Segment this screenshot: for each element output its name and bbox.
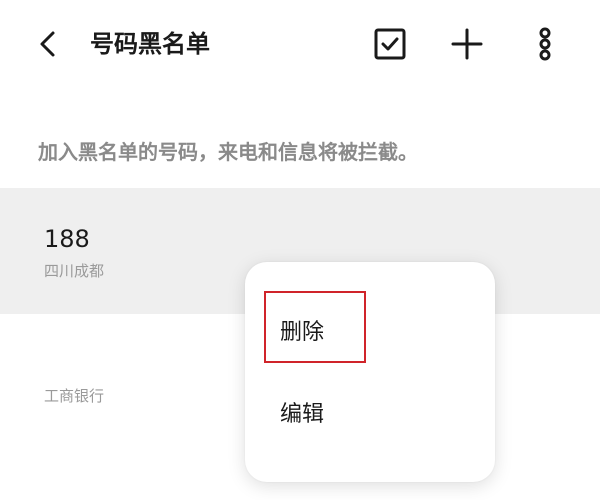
phone-number: 188 — [44, 225, 90, 253]
select-checkbox-icon — [374, 28, 406, 60]
phone-location: 工商银行 — [44, 387, 105, 405]
more-icon — [539, 27, 551, 61]
back-button[interactable] — [28, 24, 68, 64]
more-options-button[interactable] — [525, 24, 565, 64]
back-arrow-icon — [40, 31, 55, 57]
add-icon — [451, 28, 483, 60]
context-menu: 删除 编辑 — [245, 262, 495, 482]
edit-menu-item[interactable]: 编辑 — [245, 382, 495, 442]
phone-location: 四川成都 — [44, 262, 105, 280]
page-title: 号码黑名单 — [90, 30, 210, 58]
delete-menu-item[interactable]: 删除 — [245, 300, 495, 360]
select-button[interactable] — [370, 24, 410, 64]
add-number-button[interactable] — [447, 24, 487, 64]
header-bar: 号码黑名单 — [0, 0, 600, 90]
blacklist-screen: 号码黑名单 加入黑名单的号码，来电和信息将被拦截。 188 四川成都 工商银行 … — [0, 0, 600, 500]
delete-label: 删除 — [280, 320, 325, 345]
blacklist-description: 加入黑名单的号码，来电和信息将被拦截。 — [38, 140, 418, 164]
edit-label: 编辑 — [280, 402, 325, 427]
